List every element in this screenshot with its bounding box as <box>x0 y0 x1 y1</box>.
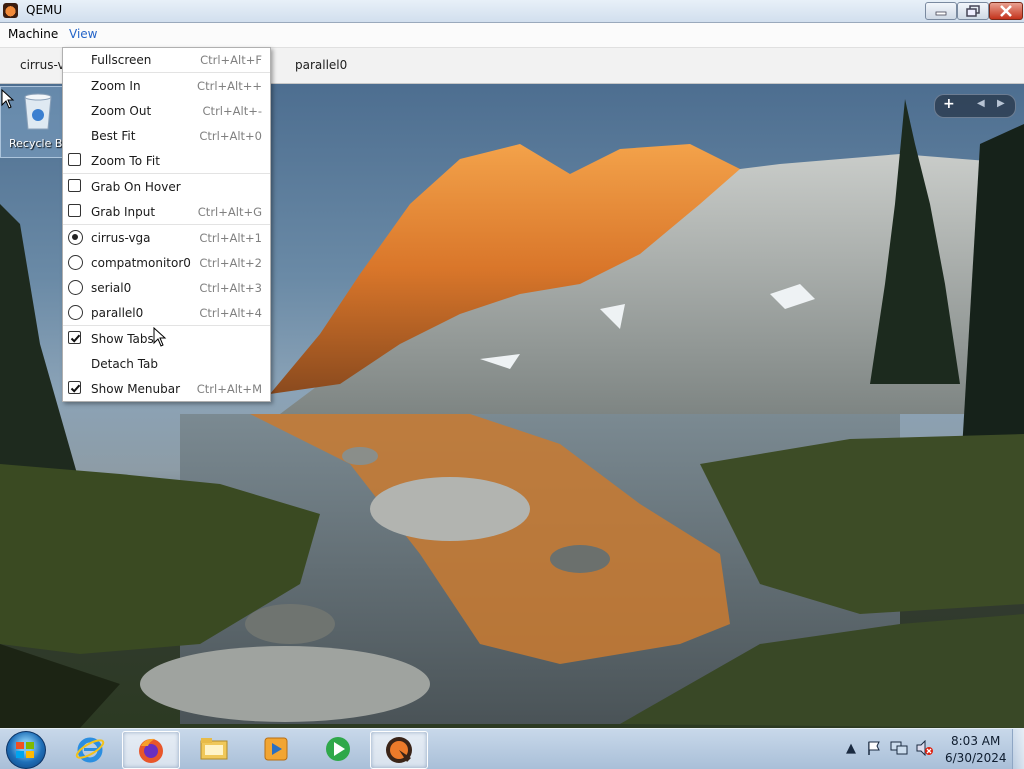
menu-item-label: parallel0 <box>91 306 144 320</box>
menu-item-label: compatmonitor0 <box>91 256 191 270</box>
menu-item-grab-on-hover[interactable]: Grab On Hover <box>63 175 270 199</box>
menu-item-compatmonitor0[interactable]: compatmonitor0 Ctrl+Alt+2 <box>63 251 270 275</box>
radio-unselected-icon[interactable] <box>68 280 83 295</box>
tab-parallel0[interactable]: parallel0 <box>295 58 347 72</box>
menu-item-shortcut: Ctrl+Alt+G <box>197 205 262 219</box>
window-title: QEMU <box>26 3 63 17</box>
menu-item-label: cirrus-vga <box>91 231 151 245</box>
menu-separator <box>63 72 270 73</box>
menu-item-detach-tab[interactable]: Detach Tab <box>63 352 270 376</box>
taskbar-internet-explorer[interactable] <box>62 731 118 767</box>
taskbar-media-player[interactable] <box>248 731 304 767</box>
file-explorer-icon <box>200 738 228 760</box>
action-center-flag-icon[interactable] <box>866 740 882 756</box>
menu-item-cirrus-vga[interactable]: cirrus-vga Ctrl+Alt+1 <box>63 226 270 250</box>
menu-item-label: Fullscreen <box>91 53 152 67</box>
menu-item-label: Grab On Hover <box>91 180 181 194</box>
clock-date[interactable]: 6/30/2024 <box>945 751 1007 765</box>
recycle-bin-icon <box>24 93 52 130</box>
view-menu-dropdown: Fullscreen Ctrl+Alt+F Zoom In Ctrl+Alt++… <box>62 47 271 402</box>
menu-item-shortcut: Ctrl+Alt+2 <box>199 256 262 270</box>
menu-separator <box>63 173 270 174</box>
checkbox-checked-icon[interactable] <box>68 331 81 344</box>
menu-item-label: Grab Input <box>91 205 156 219</box>
checkbox-unchecked-icon[interactable] <box>68 179 81 192</box>
guest-mouse-cursor-icon <box>1 89 15 109</box>
menu-item-parallel0[interactable]: parallel0 Ctrl+Alt+4 <box>63 301 270 325</box>
menu-item-grab-input[interactable]: Grab Input Ctrl+Alt+G <box>63 200 270 224</box>
windows-logo-icon <box>16 742 34 758</box>
media-player-icon <box>264 737 288 761</box>
desktop-gadget-controls: + ◀ ▶ <box>934 94 1016 118</box>
menu-separator <box>63 224 270 225</box>
menu-item-shortcut: Ctrl+Alt+F <box>200 53 262 67</box>
volume-muted-icon[interactable] <box>915 740 933 756</box>
taskbar-qemu[interactable] <box>370 731 428 769</box>
show-hidden-icons-arrow-icon[interactable]: ▲ <box>846 741 856 756</box>
menu-item-best-fit[interactable]: Best Fit Ctrl+Alt+0 <box>63 124 270 148</box>
menu-item-label: Zoom Out <box>91 104 152 118</box>
window-titlebar[interactable]: QEMU <box>0 0 1024 23</box>
taskbar-firefox[interactable] <box>122 731 180 769</box>
restore-button[interactable] <box>957 2 989 20</box>
network-icon[interactable] <box>890 740 908 756</box>
menu-item-shortcut: Ctrl+Alt+M <box>196 382 262 396</box>
checkbox-unchecked-icon[interactable] <box>68 153 81 166</box>
menu-item-label: serial0 <box>91 281 132 295</box>
menu-item-label: Show Menubar <box>91 382 181 396</box>
menubar: Machine View <box>0 23 1024 48</box>
media-center-icon <box>326 737 350 761</box>
checkbox-checked-icon[interactable] <box>68 381 81 394</box>
menu-item-label: Zoom In <box>91 79 141 93</box>
taskbar: ▲ 8:03 AM 6/30/2024 <box>0 728 1024 769</box>
menu-item-label: Best Fit <box>91 129 136 143</box>
firefox-icon <box>139 738 163 763</box>
radio-unselected-icon[interactable] <box>68 305 83 320</box>
menu-item-label: Detach Tab <box>91 357 159 371</box>
qemu-icon <box>386 737 412 763</box>
menu-item-label: Zoom To Fit <box>91 154 160 168</box>
radio-selected-icon[interactable] <box>68 230 83 245</box>
menu-item-shortcut: Ctrl+Alt++ <box>197 79 262 93</box>
menu-item-shortcut: Ctrl+Alt+0 <box>199 129 262 143</box>
menu-item-label: Show Tabs <box>91 332 154 346</box>
qemu-app-icon <box>3 3 18 18</box>
menu-item-zoom-out[interactable]: Zoom Out Ctrl+Alt+- <box>63 99 270 123</box>
next-icon[interactable]: ▶ <box>997 98 1005 109</box>
minimize-button[interactable] <box>925 2 957 20</box>
menu-item-shortcut: Ctrl+Alt+1 <box>199 231 262 245</box>
menu-separator <box>63 325 270 326</box>
menu-item-shortcut: Ctrl+Alt+3 <box>199 281 262 295</box>
clock-time[interactable]: 8:03 AM <box>951 734 1000 748</box>
close-button[interactable] <box>989 2 1023 20</box>
menu-item-shortcut: Ctrl+Alt+4 <box>199 306 262 320</box>
add-gadget-icon[interactable]: + <box>943 96 955 112</box>
menu-item-fullscreen[interactable]: Fullscreen Ctrl+Alt+F <box>63 48 270 72</box>
checkbox-unchecked-icon[interactable] <box>68 204 81 217</box>
previous-icon[interactable]: ◀ <box>977 98 985 109</box>
radio-unselected-icon[interactable] <box>68 255 83 270</box>
show-desktop-button[interactable] <box>1012 729 1024 769</box>
internet-explorer-icon <box>75 737 105 763</box>
menu-item-zoom-to-fit[interactable]: Zoom To Fit <box>63 149 270 173</box>
menu-item-serial0[interactable]: serial0 Ctrl+Alt+3 <box>63 276 270 300</box>
taskbar-file-explorer[interactable] <box>186 731 242 767</box>
mouse-pointer-icon <box>153 327 167 347</box>
menu-item-zoom-in[interactable]: Zoom In Ctrl+Alt++ <box>63 74 270 98</box>
menu-view[interactable]: View <box>63 27 103 41</box>
menu-item-shortcut: Ctrl+Alt+- <box>202 104 262 118</box>
start-button[interactable] <box>6 731 46 769</box>
taskbar-media-center[interactable] <box>310 731 366 767</box>
recycle-bin-label: Recycle Bi <box>9 137 66 150</box>
menu-item-show-menubar[interactable]: Show Menubar Ctrl+Alt+M <box>63 377 270 401</box>
menu-machine[interactable]: Machine <box>2 27 64 41</box>
